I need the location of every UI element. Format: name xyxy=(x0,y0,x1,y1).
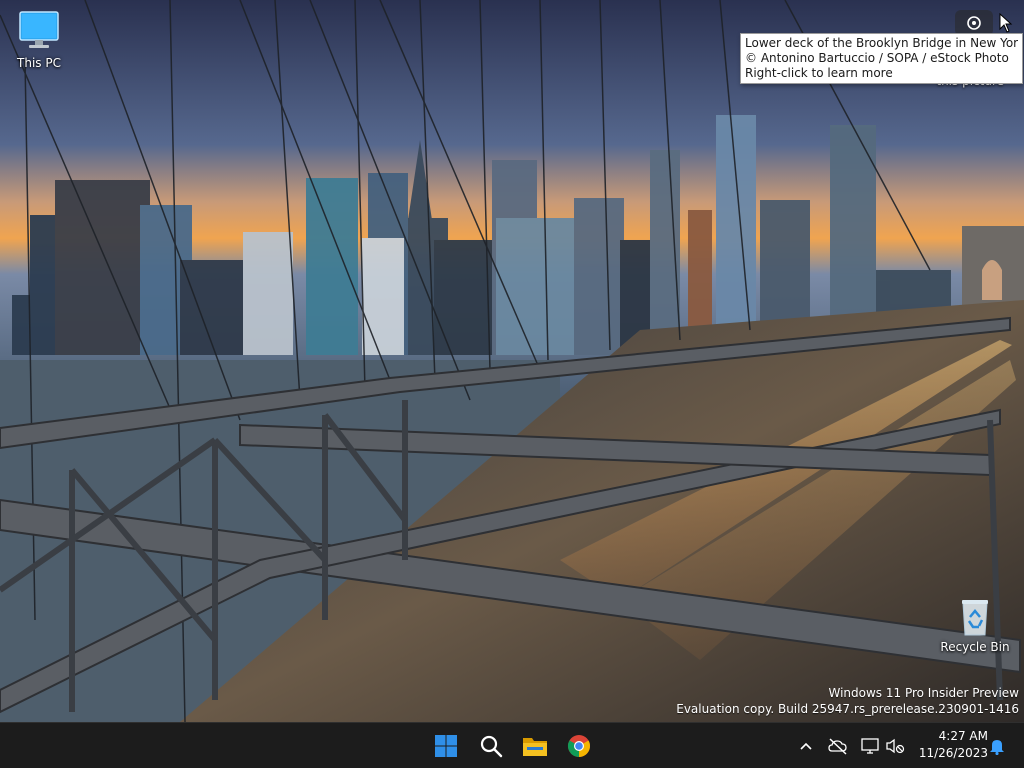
system-clock[interactable]: 4:27 AM 11/26/2023 xyxy=(914,728,988,762)
notifications-button[interactable] xyxy=(986,735,1008,757)
chevron-up-icon xyxy=(800,742,812,750)
monitor-icon xyxy=(861,738,879,754)
watermark-edition: Windows 11 Pro Insider Preview xyxy=(828,686,1019,700)
this-pc-label: This PC xyxy=(17,56,61,70)
recycle-bin-icon xyxy=(962,600,988,636)
wallpaper-image xyxy=(0,0,1024,722)
mouse-cursor-icon xyxy=(999,13,1013,33)
search-icon xyxy=(480,735,503,758)
this-pc-desktop-icon[interactable]: This PC xyxy=(1,9,77,70)
recycle-bin-label: Recycle Bin xyxy=(940,640,1010,654)
tooltip-title: Lower deck of the Brooklyn Bridge in New… xyxy=(745,36,1018,50)
volume-button[interactable] xyxy=(884,735,906,757)
show-hidden-icons-button[interactable] xyxy=(795,735,817,757)
chrome-icon xyxy=(568,735,590,757)
clock-date: 11/26/2023 xyxy=(918,746,988,760)
desktop[interactable]: This PC Recycle Bin this picture Lower d… xyxy=(0,0,1024,722)
recycle-bin-desktop-icon[interactable]: Recycle Bin xyxy=(937,597,1013,654)
watermark-build: Evaluation copy. Build 25947.rs_prerelea… xyxy=(676,702,1019,716)
camera-icon xyxy=(967,16,981,30)
chrome-button[interactable] xyxy=(562,729,596,763)
folder-icon xyxy=(523,738,547,756)
start-button[interactable] xyxy=(429,729,463,763)
search-button[interactable] xyxy=(474,729,508,763)
evaluation-watermark: Windows 11 Pro Insider Preview Evaluatio… xyxy=(676,685,1019,717)
tooltip-hint: Right-click to learn more xyxy=(745,66,893,80)
monitor-icon xyxy=(19,11,59,48)
speaker-muted-icon xyxy=(886,738,905,754)
display-status-button[interactable] xyxy=(859,735,881,757)
taskbar: 4:27 AM 11/26/2023 xyxy=(0,722,1024,768)
wallpaper-tooltip: Lower deck of the Brooklyn Bridge in New… xyxy=(740,33,1023,84)
clock-time: 4:27 AM xyxy=(938,729,988,743)
windows-logo-icon xyxy=(435,735,457,757)
file-explorer-button[interactable] xyxy=(518,729,552,763)
network-status-button[interactable] xyxy=(827,735,849,757)
cloud-off-icon xyxy=(828,738,847,755)
tooltip-credit: © Antonino Bartuccio / SOPA / eStock Pho… xyxy=(745,51,1009,65)
bell-icon xyxy=(990,740,1004,755)
